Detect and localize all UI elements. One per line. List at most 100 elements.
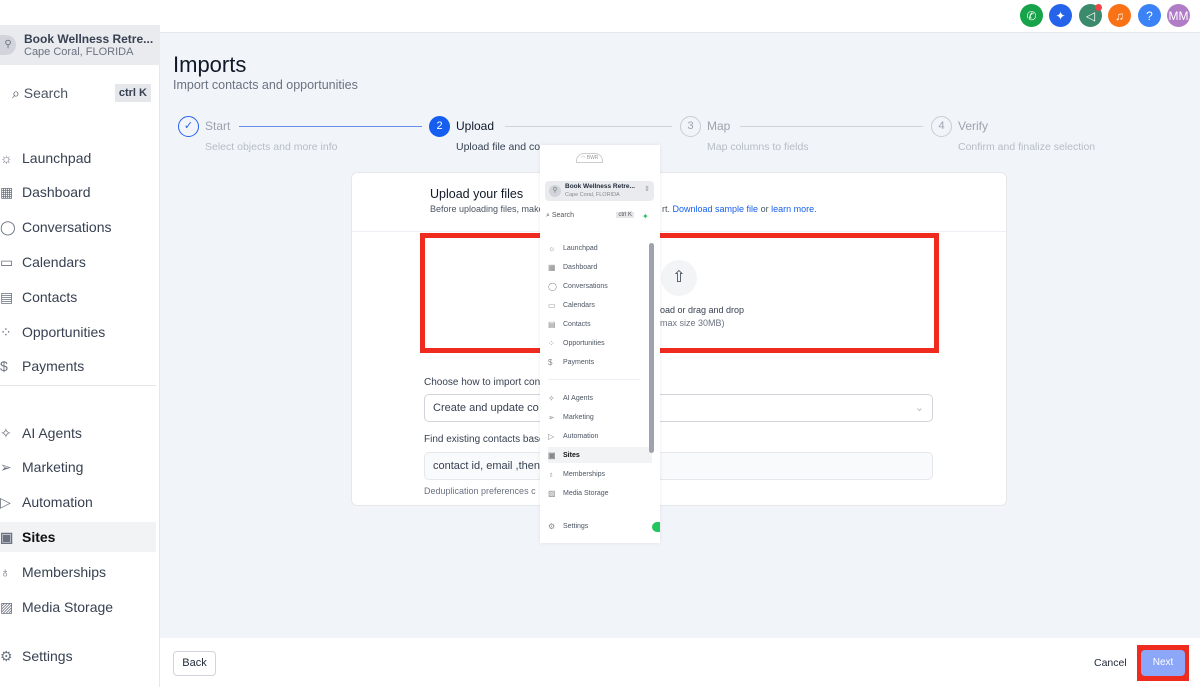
sidebar-item-marketing[interactable]: ➢ Marketing: [0, 452, 156, 482]
conversations-icon: ◯: [0, 218, 16, 235]
sidebar-item-launchpad[interactable]: ☼ Launchpad: [0, 143, 156, 173]
help-icon[interactable]: ?: [1138, 4, 1161, 27]
popup-location-city: Cape Coral, FLORIDA: [565, 192, 620, 198]
bell-icon[interactable]: ♫: [1108, 4, 1131, 27]
sidebar-item-label: Payments: [22, 358, 85, 374]
launchpad-icon: ☼: [548, 243, 556, 253]
sidebar-item-label: Dashboard: [22, 184, 91, 200]
popup-item-label: Media Storage: [563, 489, 609, 497]
import-method-select[interactable]: Create and update co ⌄: [424, 394, 933, 422]
sidebar-item-label: Opportunities: [22, 324, 106, 340]
divider: [0, 385, 156, 386]
cancel-button[interactable]: Cancel: [1094, 657, 1127, 669]
popup-item-label: AI Agents: [563, 394, 593, 402]
popup-search-input[interactable]: ⌕ Search ctrl K: [546, 212, 636, 220]
quick-add-icon[interactable]: ✦: [642, 212, 649, 221]
popup-item-payments[interactable]: $ Payments: [548, 354, 652, 370]
learn-more-link[interactable]: learn more.: [771, 204, 817, 214]
step-3-desc: Map columns to fields: [707, 141, 809, 153]
popup-item-settings[interactable]: ⚙ Settings: [548, 518, 652, 534]
step-3-label: Map: [707, 119, 731, 133]
shortcut-badge: ctrl K: [114, 84, 151, 102]
find-contacts-field[interactable]: contact id, email ,then: [424, 452, 933, 480]
sidebar-item-ai-agents[interactable]: ✧ AI Agents: [0, 418, 156, 448]
upload-desc-start: Before uploading files, make: [430, 204, 544, 214]
sidebar-item-opportunities[interactable]: ⁘ Opportunities: [0, 317, 156, 347]
sidebar-item-media-storage[interactable]: ▨ Media Storage: [0, 592, 156, 622]
popup-item-conversations[interactable]: ◯ Conversations: [548, 278, 652, 294]
megaphone-icon[interactable]: ◁: [1079, 4, 1102, 27]
sidebar-item-payments[interactable]: $ Payments: [0, 351, 156, 381]
popup-item-media-storage[interactable]: ▨ Media Storage: [548, 485, 652, 501]
popup-shortcut: ctrl K: [616, 212, 634, 218]
popup-item-calendars[interactable]: ▭ Calendars: [548, 297, 652, 313]
avatar[interactable]: MM: [1167, 4, 1190, 27]
popup-item-opportunities[interactable]: ⁘ Opportunities: [548, 335, 652, 351]
sidebar-item-contacts[interactable]: ▤ Contacts: [0, 282, 156, 312]
gear-icon: ⚙: [548, 521, 556, 531]
popup-item-label: Marketing: [563, 413, 594, 421]
sidebar-item-memberships[interactable]: ♁ Memberships: [0, 557, 156, 587]
location-switcher[interactable]: ⚲ Book Wellness Retre... Cape Coral, FLO…: [0, 25, 160, 65]
popup-item-marketing[interactable]: ➢ Marketing: [548, 409, 652, 425]
import-method-value: Create and update co: [433, 402, 539, 414]
calendars-icon: ▭: [548, 300, 556, 310]
collapse-toggle[interactable]: [652, 522, 660, 532]
popup-location-name: Book Wellness Retre...: [565, 183, 635, 190]
phone-icon[interactable]: ✆: [1020, 4, 1043, 27]
popup-item-dashboard[interactable]: ▦ Dashboard: [548, 259, 652, 275]
popup-item-label: Opportunities: [563, 339, 605, 347]
popup-item-label: Dashboard: [563, 263, 598, 271]
dropzone-hint: max size 30MB): [660, 318, 725, 328]
popup-item-ai-agents[interactable]: ✧ AI Agents: [548, 390, 652, 406]
step-2-desc: Upload file and co: [456, 141, 541, 153]
upload-cloud-icon: ⇧: [661, 260, 697, 296]
gear-icon: ⚙: [0, 647, 13, 664]
search-input[interactable]: ⌕ Search ctrl K: [0, 81, 155, 105]
popup-item-label: Sites: [563, 451, 580, 459]
sidebar-item-label: Launchpad: [22, 150, 92, 166]
sidebar-item-conversations[interactable]: ◯ Conversations: [0, 212, 156, 242]
sidebar-item-settings[interactable]: ⚙ Settings: [0, 641, 156, 671]
top-bar: ✆ ✦ ◁ ♫ ? MM: [0, 0, 1200, 33]
next-button[interactable]: Next: [1141, 650, 1185, 676]
sidebar-item-label: Contacts: [22, 289, 78, 305]
sidebar-item-label: Automation: [22, 494, 93, 510]
popup-item-sites[interactable]: ▣ Sites: [548, 447, 652, 463]
ai-agents-icon: ✧: [548, 393, 555, 403]
or-text: or: [760, 204, 769, 214]
back-button[interactable]: Back: [173, 651, 216, 676]
popup-item-launchpad[interactable]: ☼ Launchpad: [548, 240, 652, 256]
dashboard-icon: ▦: [548, 262, 556, 272]
sidebar-item-calendars[interactable]: ▭ Calendars: [0, 247, 156, 277]
page-subtitle: Import contacts and opportunities: [173, 78, 358, 92]
popup-location-switcher[interactable]: ⚲ Book Wellness Retre... Cape Coral, FLO…: [545, 181, 654, 201]
dropzone-text: oad or drag and drop: [660, 305, 745, 315]
memberships-icon: ♁: [548, 469, 554, 479]
contacts-icon: ▤: [0, 288, 14, 305]
sidebar-item-automation[interactable]: ▷ Automation: [0, 487, 156, 517]
sites-icon: ▣: [0, 528, 14, 545]
dashboard-icon: ▦: [0, 183, 14, 200]
opportunities-icon: ⁘: [0, 323, 12, 340]
sparkle-icon[interactable]: ✦: [1049, 4, 1072, 27]
popup-item-label: Automation: [563, 432, 599, 440]
location-icon: ⚲: [549, 185, 561, 197]
popup-item-automation[interactable]: ▷ Automation: [548, 428, 652, 444]
popup-item-memberships[interactable]: ♁ Memberships: [548, 466, 652, 482]
scrollbar[interactable]: [649, 243, 654, 453]
popup-item-label: Contacts: [563, 320, 591, 328]
sidebar-item-sites[interactable]: ▣ Sites: [0, 522, 156, 552]
download-sample-link[interactable]: Download sample file: [673, 204, 759, 214]
sidebar-item-dashboard[interactable]: ▦ Dashboard: [0, 177, 156, 207]
search-icon: ⌕: [12, 85, 20, 101]
search-label: Search: [23, 85, 69, 101]
page-title: Imports: [173, 52, 247, 77]
location-icon: ⚲: [0, 35, 16, 55]
opportunities-icon: ⁘: [548, 338, 555, 348]
sidebar-preview-popup: ◠ BWR ⚲ Book Wellness Retre... Cape Cora…: [540, 145, 660, 543]
sidebar-item-label: Settings: [22, 648, 73, 664]
step-4-circle: 4: [931, 116, 952, 137]
payments-icon: $: [548, 357, 553, 367]
popup-item-contacts[interactable]: ▤ Contacts: [548, 316, 652, 332]
